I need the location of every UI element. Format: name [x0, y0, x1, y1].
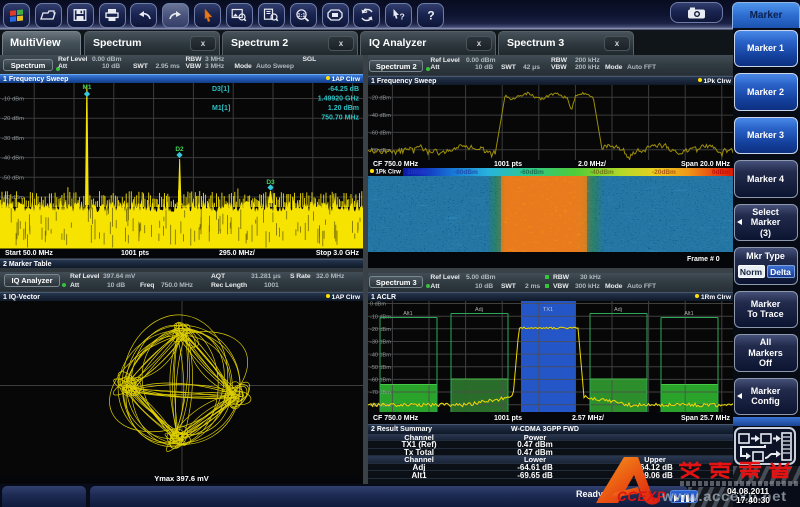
svg-text:1:1: 1:1 — [298, 13, 306, 19]
svg-text:-30 dBm: -30 dBm — [2, 136, 24, 142]
svg-text:750.70 MHz: 750.70 MHz — [321, 115, 359, 122]
svg-text:-20 dBm: -20 dBm — [2, 116, 24, 122]
svg-text:?: ? — [399, 12, 404, 22]
svg-text:D2: D2 — [175, 146, 184, 153]
svg-text:-60 dBm: -60 dBm — [370, 378, 391, 384]
svg-text:-30 dBm: -30 dBm — [370, 340, 391, 346]
svg-text:Adj: Adj — [614, 307, 622, 313]
svg-text:-50 dBm: -50 dBm — [2, 175, 24, 181]
svg-text:M1[1]: M1[1] — [212, 105, 230, 112]
svg-text:Alt1: Alt1 — [684, 311, 693, 317]
svg-text:Alt1: Alt1 — [403, 311, 412, 317]
svg-text:1.49920 GHz: 1.49920 GHz — [318, 96, 360, 103]
svg-text:-50 dBm: -50 dBm — [370, 365, 391, 371]
svg-text:M1: M1 — [82, 84, 91, 91]
svg-text:-10 dBm: -10 dBm — [2, 97, 24, 103]
svg-text:-20 dBm: -20 dBm — [370, 327, 391, 333]
svg-text:-60 dBm: -60 dBm — [370, 130, 391, 136]
svg-text:-40 dBm: -40 dBm — [370, 113, 391, 119]
svg-text:?: ? — [427, 9, 434, 23]
svg-text:1.20 dBm: 1.20 dBm — [328, 105, 359, 112]
svg-text:TX1: TX1 — [543, 307, 553, 313]
svg-text:-40 dBm: -40 dBm — [2, 156, 24, 162]
svg-text:-20 dBm: -20 dBm — [370, 95, 391, 101]
svg-text:-64.25 dB: -64.25 dB — [328, 86, 359, 93]
svg-text:S: S — [363, 9, 367, 15]
svg-text:-70 dBm: -70 dBm — [370, 390, 391, 396]
svg-text:D3: D3 — [266, 179, 275, 186]
svg-text:-40 dBm: -40 dBm — [370, 352, 391, 358]
svg-text:Adj: Adj — [475, 307, 483, 313]
svg-text:0 dBm: 0 dBm — [370, 302, 386, 308]
svg-text:D3[1]: D3[1] — [212, 86, 230, 93]
